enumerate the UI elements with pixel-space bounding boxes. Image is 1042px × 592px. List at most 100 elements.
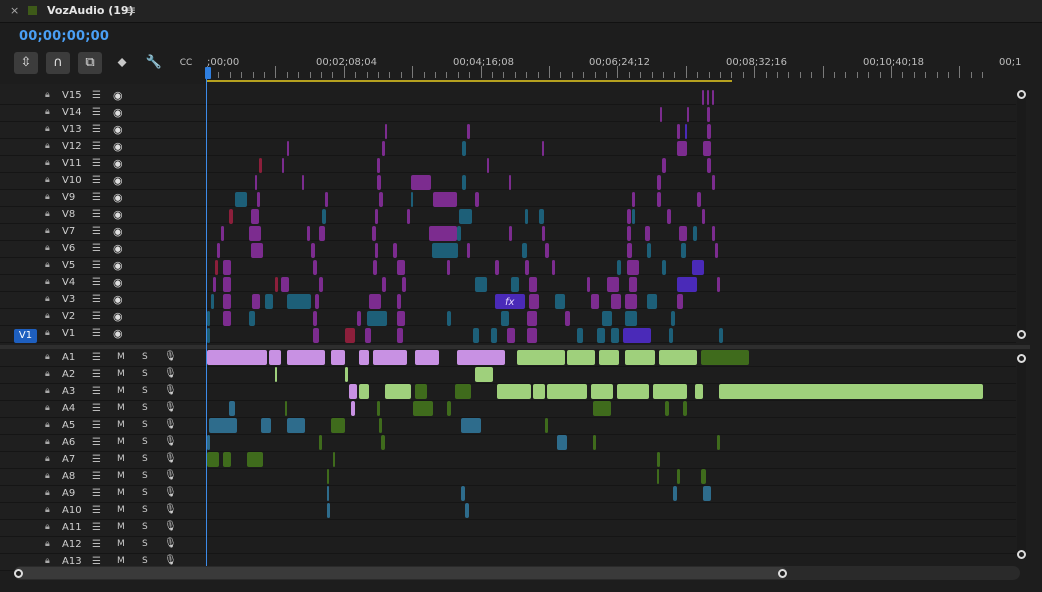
video-clip[interactable] [207, 311, 210, 326]
eye-icon[interactable]: ◉ [113, 310, 123, 323]
solo-button[interactable]: S [142, 454, 148, 464]
audio-clip[interactable] [657, 469, 659, 484]
audio-clip[interactable] [567, 350, 595, 365]
lock-icon[interactable]: 🔒︎ [45, 505, 50, 515]
video-clip[interactable] [411, 192, 413, 207]
video-clip[interactable] [623, 328, 651, 343]
video-clip[interactable] [555, 294, 565, 309]
v1-source-target[interactable]: V1 [14, 329, 37, 343]
video-clip[interactable] [679, 226, 687, 241]
sync-lock-icon[interactable]: ☰ [92, 437, 101, 448]
lock-icon[interactable]: 🔒︎ [45, 277, 50, 287]
video-clip[interactable] [385, 124, 387, 139]
video-clip[interactable] [507, 328, 515, 343]
microphone-icon[interactable]: 🎙︎ [164, 368, 177, 379]
video-clip[interactable] [223, 311, 231, 326]
video-clip[interactable] [397, 311, 405, 326]
video-clip[interactable] [707, 107, 710, 122]
video-clip[interactable] [487, 158, 489, 173]
lock-icon[interactable]: 🔒︎ [45, 352, 50, 362]
audio-clip[interactable] [557, 435, 567, 450]
lock-icon[interactable]: 🔒︎ [45, 522, 50, 532]
sync-lock-icon[interactable]: ☰ [92, 277, 101, 288]
audio-clip[interactable] [287, 418, 305, 433]
solo-button[interactable]: S [142, 437, 148, 447]
audio-clip[interactable] [657, 452, 660, 467]
eye-icon[interactable]: ◉ [113, 174, 123, 187]
video-clip[interactable] [712, 175, 715, 190]
video-clip[interactable] [712, 90, 714, 105]
scroll-knob-top[interactable] [1017, 354, 1026, 363]
microphone-icon[interactable]: 🎙︎ [164, 538, 177, 549]
eye-icon[interactable]: ◉ [113, 106, 123, 119]
microphone-icon[interactable]: 🎙︎ [164, 504, 177, 515]
mute-button[interactable]: M [117, 352, 125, 362]
video-clip[interactable] [685, 124, 687, 139]
video-clip[interactable] [715, 243, 718, 258]
video-clip[interactable] [235, 192, 247, 207]
video-clip[interactable] [475, 277, 487, 292]
video-clip[interactable] [645, 226, 650, 241]
video-clip[interactable] [545, 243, 549, 258]
horizontal-scroll-thumb[interactable] [14, 567, 787, 579]
audio-clip[interactable] [229, 401, 235, 416]
audio-clip[interactable] [327, 486, 329, 501]
video-clip[interactable] [657, 192, 661, 207]
lock-icon[interactable]: 🔒︎ [45, 141, 50, 151]
sync-lock-icon[interactable]: ☰ [92, 192, 101, 203]
sync-lock-icon[interactable]: ☰ [92, 209, 101, 220]
video-clip[interactable] [462, 141, 466, 156]
video-clip[interactable] [527, 311, 537, 326]
solo-button[interactable]: S [142, 386, 148, 396]
video-clip[interactable] [357, 311, 361, 326]
video-clip[interactable] [457, 226, 461, 241]
video-clip[interactable] [373, 260, 377, 275]
lock-icon[interactable]: 🔒︎ [45, 209, 50, 219]
video-clip[interactable] [211, 294, 214, 309]
audio-clip[interactable] [381, 435, 385, 450]
video-clip[interactable] [629, 277, 637, 292]
sync-lock-icon[interactable]: ☰ [92, 124, 101, 135]
lock-icon[interactable]: 🔒︎ [45, 403, 50, 413]
eye-icon[interactable]: ◉ [113, 242, 123, 255]
video-clip[interactable] [221, 226, 224, 241]
audio-clip[interactable] [287, 350, 325, 365]
video-clip[interactable] [627, 260, 639, 275]
lock-icon[interactable]: 🔒︎ [45, 437, 50, 447]
sync-lock-icon[interactable]: ☰ [92, 141, 101, 152]
microphone-icon[interactable]: 🎙︎ [164, 521, 177, 532]
eye-icon[interactable]: ◉ [113, 327, 123, 340]
video-clip[interactable] [372, 226, 376, 241]
video-clip[interactable] [692, 260, 704, 275]
mute-button[interactable]: M [117, 522, 125, 532]
video-clip[interactable] [287, 294, 311, 309]
eye-icon[interactable]: ◉ [113, 191, 123, 204]
work-area-bar[interactable] [207, 80, 732, 82]
video-clip[interactable] [707, 124, 711, 139]
insert-edit-icon[interactable]: ⇳ [14, 52, 38, 74]
solo-button[interactable]: S [142, 522, 148, 532]
video-clip[interactable] [377, 175, 381, 190]
audio-clip[interactable] [703, 486, 711, 501]
video-clip[interactable] [467, 243, 470, 258]
audio-clip[interactable] [247, 452, 263, 467]
video-clip[interactable] [313, 311, 317, 326]
lock-icon[interactable]: 🔒︎ [45, 539, 50, 549]
video-clip[interactable] [255, 175, 257, 190]
audio-clip[interactable] [545, 418, 548, 433]
linked-selection-icon[interactable]: ⧉ [78, 52, 102, 74]
video-clip[interactable] [215, 260, 218, 275]
sync-lock-icon[interactable]: ☰ [92, 454, 101, 465]
audio-clip[interactable] [327, 503, 330, 518]
video-clip[interactable] [369, 294, 381, 309]
sync-lock-icon[interactable]: ☰ [92, 260, 101, 271]
video-clip[interactable] [447, 260, 450, 275]
video-clip[interactable] [375, 243, 378, 258]
video-clip[interactable] [223, 294, 231, 309]
lock-icon[interactable]: 🔒︎ [45, 124, 50, 134]
video-clip[interactable] [687, 107, 689, 122]
video-clip[interactable] [411, 175, 431, 190]
audio-clip[interactable] [461, 486, 465, 501]
video-clip[interactable] [542, 141, 544, 156]
video-clip[interactable] [617, 260, 621, 275]
